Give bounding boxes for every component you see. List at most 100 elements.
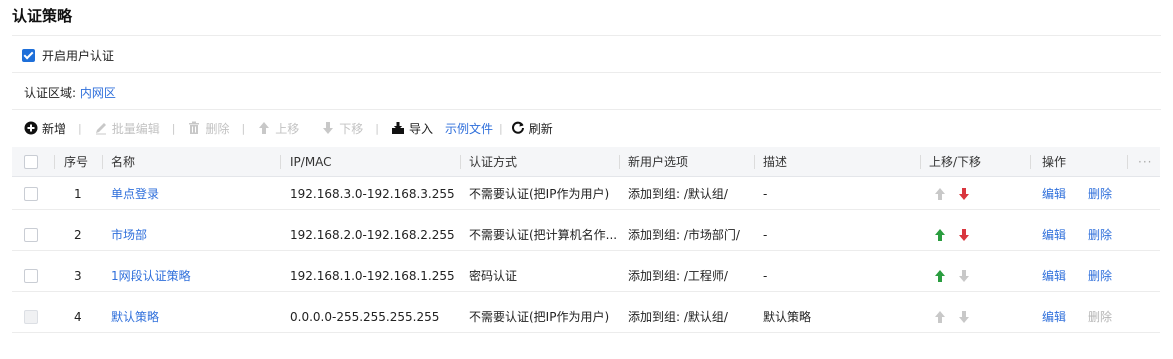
row-checkbox-disabled [24,309,38,324]
move-down-icon[interactable] [957,187,971,201]
arrow-down-icon [323,122,334,134]
move-down-button[interactable]: 下移 [321,120,363,137]
import-button[interactable]: 导入 [391,120,433,137]
column-divider [54,155,55,169]
refresh-icon [511,121,524,134]
plus-circle-icon [24,121,38,135]
column-header-description[interactable]: 描述 [763,147,843,176]
row-ipmac: 192.168.3.0-192.168.3.255 [290,186,455,201]
move-up-icon[interactable] [933,187,947,201]
row-description: 默认策略 [763,310,812,324]
select-all-checkbox-cell [24,147,44,176]
row-ipmac: 192.168.1.0-192.168.1.255 [290,268,455,283]
refresh-button[interactable]: 刷新 [511,120,553,137]
row-auth-method: 密码认证 [469,269,518,283]
divider [12,109,1161,110]
batch-edit-button[interactable]: 批量编辑 [94,120,160,137]
trash-icon [189,121,200,134]
row-checkbox[interactable] [24,268,38,283]
column-header-move[interactable]: 上移/下移 [929,147,1009,176]
auth-zone-link[interactable]: 内网区 [80,86,116,100]
row-name-link[interactable]: 1网段认证策略 [111,260,276,291]
move-down-icon[interactable] [957,228,971,242]
row-checkbox-cell [24,301,44,332]
delete-link[interactable]: 删除 [1088,219,1118,250]
edit-link[interactable]: 编辑 [1042,260,1072,291]
edit-link[interactable]: 编辑 [1042,178,1072,209]
row-move-controls [933,301,1013,332]
enable-user-auth-checkbox[interactable]: 开启用户认证 [22,47,114,63]
row-checkbox-cell [24,178,44,209]
delete-label: 删除 [205,121,230,136]
column-header-seq[interactable]: 序号 [64,147,104,176]
row-new-user-option: 添加到组: /市场部门/ [628,228,740,242]
move-up-icon[interactable] [933,269,947,283]
row-name-link[interactable]: 单点登录 [111,178,276,209]
column-divider [280,155,281,169]
column-divider [920,155,921,169]
row-auth-method: 不需要认证(把IP作为用户) [469,310,610,324]
row-new-user-option: 添加到组: /工程师/ [628,269,728,283]
checkbox-checked-icon[interactable] [22,48,35,62]
move-down-icon [959,310,969,323]
move-up-icon[interactable] [933,228,947,242]
column-divider [460,155,461,169]
column-divider [754,155,755,169]
import-label: 导入 [408,121,433,136]
row-seq: 3 [74,268,82,283]
delete-link[interactable]: 删除 [1088,178,1118,209]
row-new-user-option: 添加到组: /默认组/ [628,187,728,201]
toolbar-separator: | [498,121,503,135]
add-button[interactable]: 新增 [24,120,66,137]
more-columns-icon[interactable]: ··· [1138,147,1158,176]
row-move-controls [933,219,1013,250]
move-up-label: 上移 [275,121,300,136]
divider [12,72,1161,73]
batch-edit-label: 批量编辑 [111,121,160,136]
row-name-link[interactable]: 默认策略 [111,301,276,332]
select-all-checkbox[interactable] [24,154,38,169]
toolbar-separator: | [375,121,379,135]
move-up-icon [935,310,945,323]
example-file-link[interactable]: 示例文件 [445,120,493,137]
delete-link[interactable]: 删除 [1088,260,1118,291]
table-header: 序号 名称 IP/MAC 认证方式 新用户选项 描述 上移/下移 操作 ··· [12,147,1160,177]
row-ipmac: 192.168.2.0-192.168.2.255 [290,227,455,242]
column-divider [619,155,620,169]
row-name-link[interactable]: 市场部 [111,219,276,250]
page-title: 认证策略 [12,7,73,25]
column-header-ops: 操作 [1042,155,1067,169]
row-description: - [763,186,768,201]
toolbar-separator: | [171,121,176,135]
row-new-user-option: 添加到组: /默认组/ [628,310,728,324]
column-header-auth-method[interactable]: 认证方式 [469,147,589,176]
table-row: 4 默认策略 0.0.0.0-255.255.255.255 不需要认证(把IP… [12,301,1160,333]
row-description: - [763,227,768,242]
toolbar-separator: | [241,121,246,135]
row-checkbox-cell [24,219,44,250]
column-divider [1030,155,1031,169]
row-ipmac: 0.0.0.0-255.255.255.255 [290,309,440,324]
row-checkbox[interactable] [24,186,38,201]
row-auth-method: 不需要认证(把计算机名作... [469,228,617,242]
column-divider [1127,155,1128,169]
toolbar: 新增 | 批量编辑 | 删除 | 上移 下移 | 导入 示例文件 | 刷新 [24,118,553,138]
column-header-new-user-option[interactable]: 新用户选项 [628,147,738,176]
edit-link[interactable]: 编辑 [1042,219,1072,250]
row-seq: 4 [74,309,82,324]
edit-link[interactable]: 编辑 [1042,301,1072,332]
move-down-icon[interactable] [957,269,971,283]
table-row: 1 单点登录 192.168.3.0-192.168.3.255 不需要认证(把… [12,178,1160,210]
arrow-up-icon [259,122,270,134]
pencil-icon [95,123,106,135]
delete-button[interactable]: 删除 [187,120,229,137]
delete-link-disabled: 删除 [1088,310,1113,324]
row-auth-method: 不需要认证(把IP作为用户) [469,187,610,201]
add-label: 新增 [42,121,67,136]
column-header-name[interactable]: 名称 [111,147,191,176]
move-up-button[interactable]: 上移 [257,120,299,137]
column-header-ipmac[interactable]: IP/MAC [290,147,410,176]
column-divider [102,155,103,169]
enable-user-auth-label: 开启用户认证 [42,48,115,63]
row-checkbox[interactable] [24,227,38,242]
